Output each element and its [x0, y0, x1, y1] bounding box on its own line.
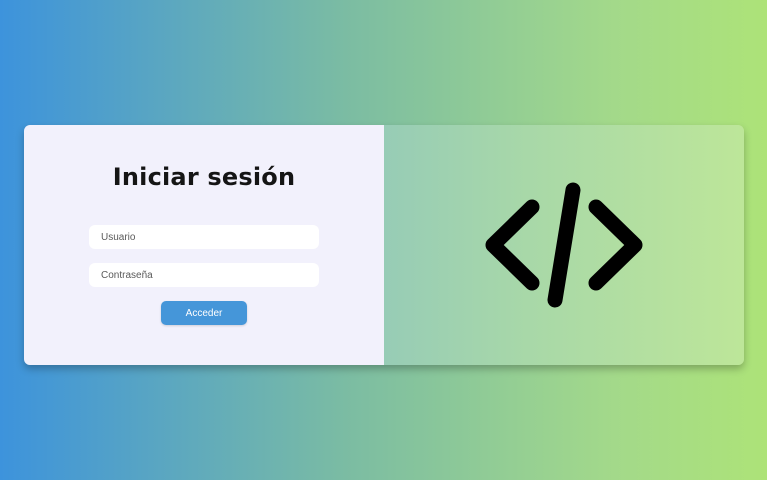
illustration-panel: [384, 125, 744, 365]
page-title: Iniciar sesión: [112, 163, 296, 191]
login-form-panel: Iniciar sesión Acceder: [24, 125, 384, 365]
login-card: Iniciar sesión Acceder: [24, 125, 744, 365]
login-button[interactable]: Acceder: [161, 301, 247, 325]
username-input[interactable]: [89, 225, 319, 249]
password-input[interactable]: [89, 263, 319, 287]
code-icon: [485, 182, 643, 308]
